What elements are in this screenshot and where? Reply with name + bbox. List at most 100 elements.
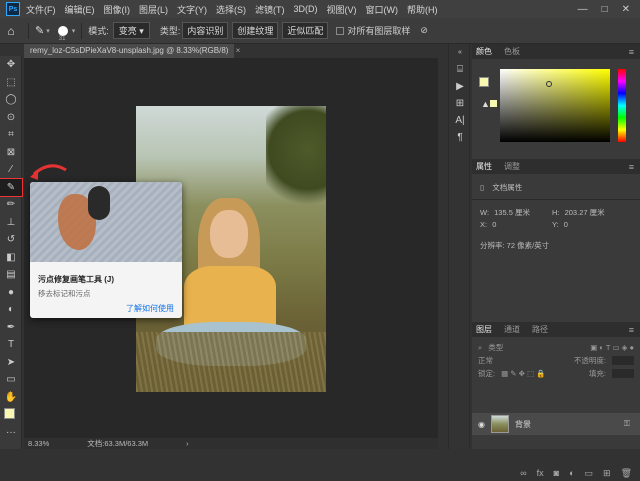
eyedropper-tool-icon[interactable]: ⁄ [0, 161, 22, 179]
character-icon[interactable]: A| [449, 112, 471, 129]
layer-filter-select[interactable]: 类型 [488, 342, 503, 353]
x-value[interactable]: 0 [492, 220, 496, 229]
brush-tool-icon[interactable]: ✎ [35, 24, 44, 37]
history-icon[interactable]: ⌸ [449, 61, 471, 78]
tab-channels[interactable]: 通道 [504, 324, 520, 335]
more-tools-icon[interactable]: ··· [0, 424, 22, 442]
gradient-tool-icon[interactable]: ▤ [0, 266, 22, 284]
rectangle-tool-icon[interactable]: ▭ [0, 371, 22, 389]
quick-select-tool-icon[interactable]: ⊙ [0, 109, 22, 127]
brush-size-picker[interactable]: 31 [57, 25, 68, 42]
visibility-eye-icon[interactable]: ◉ [478, 420, 485, 429]
fx-icon[interactable]: fx [537, 468, 544, 479]
clone-stamp-tool-icon[interactable]: ⊥ [0, 214, 22, 232]
mode-select[interactable]: 变亮 ▾ [112, 22, 150, 39]
color-panel-foreground-swatch[interactable] [479, 77, 489, 87]
width-row[interactable]: W: 135.5 厘米 [480, 207, 530, 218]
hand-tool-icon[interactable]: ✋ [0, 389, 22, 407]
path-select-tool-icon[interactable]: ➤ [0, 354, 22, 372]
type-create-texture-button[interactable]: 创建纹理 [232, 22, 279, 39]
tooltip-learn-link[interactable]: 了解如何使用 [126, 303, 174, 314]
x-row[interactable]: X: 0 [480, 220, 496, 229]
dodge-tool-icon[interactable]: ◐ [0, 301, 22, 319]
delete-layer-icon[interactable]: 🗑 [621, 468, 632, 479]
panel-menu-icon[interactable]: ≡ [629, 47, 634, 57]
menu-filter[interactable]: 滤镜(T) [255, 3, 285, 16]
tab-color[interactable]: 颜色 [476, 46, 492, 57]
marquee-tool-icon[interactable]: ⬚ [0, 74, 22, 92]
fill-input[interactable] [612, 369, 634, 378]
swatch-icon[interactable]: ⊞ [449, 95, 471, 112]
blur-tool-icon[interactable]: ● [0, 284, 22, 302]
sample-all-layers-checkbox[interactable] [336, 26, 345, 35]
tab-swatches[interactable]: 色板 [504, 46, 520, 57]
menu-help[interactable]: 帮助(H) [407, 3, 438, 16]
y-row[interactable]: Y: 0 [552, 220, 568, 229]
menu-edit[interactable]: 编辑(E) [65, 3, 95, 16]
type-content-aware-button[interactable]: 内容识别 [182, 22, 229, 39]
history-brush-tool-icon[interactable]: ↺ [0, 231, 22, 249]
filter-icons[interactable]: ▣ ◐ T ▭ ◈ ● [590, 343, 634, 352]
brush-dropdown-icon[interactable]: ▾ [72, 27, 76, 35]
type-proximity-match-button[interactable]: 近似匹配 [282, 22, 329, 39]
tab-layers[interactable]: 图层 [476, 324, 492, 335]
tool-preset-dropdown-icon[interactable]: ▾ [46, 27, 50, 35]
crop-tool-icon[interactable]: ⌗ [0, 126, 22, 144]
link-layers-icon[interactable]: ∞ [520, 468, 526, 479]
width-value[interactable]: 135.5 厘米 [494, 208, 530, 217]
lock-icons[interactable]: ▦ ✎ ✥ ⬚ 🔒 [501, 369, 545, 378]
y-value[interactable]: 0 [564, 220, 568, 229]
hue-slider[interactable] [618, 69, 626, 142]
type-tool-icon[interactable]: T [0, 336, 22, 354]
menu-layer[interactable]: 图层(L) [139, 3, 168, 16]
panel-menu-icon[interactable]: ≡ [629, 162, 634, 172]
gamut-swatch[interactable] [490, 100, 497, 107]
menu-image[interactable]: 图像(I) [104, 3, 131, 16]
layer-name[interactable]: 背景 [515, 419, 531, 430]
frame-tool-icon[interactable]: ⊠ [0, 144, 22, 162]
lasso-tool-icon[interactable]: ◯ [0, 91, 22, 109]
tab-adjustments[interactable]: 调整 [504, 161, 520, 172]
menu-window[interactable]: 窗口(W) [366, 3, 399, 16]
eraser-tool-icon[interactable]: ◧ [0, 249, 22, 267]
move-tool-icon[interactable]: ✥ [0, 56, 22, 74]
brush-tool-icon[interactable]: ✏ [0, 196, 22, 214]
tab-paths[interactable]: 路径 [532, 324, 548, 335]
photoshop-logo[interactable]: Ps [6, 2, 20, 16]
menu-type[interactable]: 文字(Y) [177, 3, 207, 16]
menu-select[interactable]: 选择(S) [216, 3, 246, 16]
gamut-warning-icon[interactable]: ▲ [481, 99, 490, 109]
menu-3d[interactable]: 3D(D) [294, 4, 318, 14]
panel-menu-icon[interactable]: ≡ [629, 325, 634, 335]
status-menu-icon[interactable]: › [186, 439, 189, 448]
tab-properties[interactable]: 属性 [476, 161, 492, 172]
zoom-level[interactable]: 8.33% [28, 439, 49, 448]
document-close-icon[interactable]: × [236, 46, 241, 55]
blend-mode-select[interactable]: 正常 [478, 355, 493, 366]
height-value[interactable]: 203.27 厘米 [565, 208, 605, 217]
close-icon[interactable]: ✕ [622, 4, 630, 15]
paragraph-icon[interactable]: ¶ [449, 129, 471, 146]
layer-row-background[interactable]: ◉ 背景 ⚿ [472, 413, 640, 435]
pen-tool-icon[interactable]: ✒ [0, 319, 22, 337]
actions-play-icon[interactable]: ▶ [449, 78, 471, 95]
home-icon[interactable]: ⌂ [0, 24, 22, 38]
document-tab[interactable]: remy_loz-C5sDPieXaV8-unsplash.jpg @ 8.33… [24, 44, 240, 58]
layer-lock-icon[interactable]: ⚿ [624, 419, 630, 429]
color-field-marker[interactable] [546, 81, 552, 87]
maximize-icon[interactable]: □ [602, 4, 608, 15]
spot-healing-brush-tool-icon[interactable]: ✎ [0, 177, 23, 197]
add-mask-icon[interactable]: ◙ [554, 468, 559, 479]
menu-file[interactable]: 文件(F) [26, 3, 56, 16]
height-row[interactable]: H: 203.27 厘米 [552, 207, 605, 218]
foreground-color-swatch[interactable] [4, 408, 15, 419]
new-layer-icon[interactable]: ⊞ [603, 468, 611, 479]
opacity-input[interactable] [612, 356, 634, 365]
pressure-icon[interactable]: ⊘ [420, 25, 428, 36]
color-field[interactable] [500, 69, 610, 142]
minimize-icon[interactable]: — [578, 4, 588, 15]
menu-view[interactable]: 视图(V) [327, 3, 357, 16]
adjustment-layer-icon[interactable]: ◐ [569, 468, 574, 479]
filter-search-icon[interactable]: ⌕ [478, 343, 482, 353]
collapse-icon[interactable]: « [449, 44, 471, 61]
